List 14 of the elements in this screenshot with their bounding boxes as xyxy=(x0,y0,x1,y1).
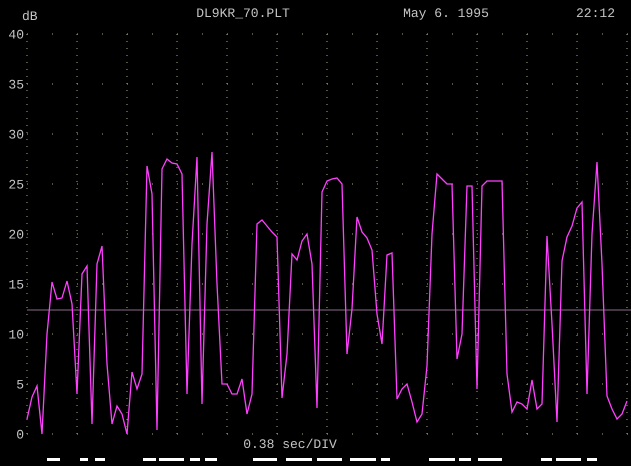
time-text: 22:12 xyxy=(576,6,615,21)
tick-label: 5 xyxy=(16,378,24,392)
tick-label: 15 xyxy=(8,278,24,292)
file-name: DL9KR_70.PLT xyxy=(196,6,290,21)
tick-label: 40 xyxy=(8,28,24,42)
tick-label: 10 xyxy=(8,328,24,342)
tick-label: 0 xyxy=(16,428,24,442)
tick-label: 30 xyxy=(8,128,24,142)
axis-label: 0.38 sec/DIV xyxy=(243,437,337,452)
date-text: May 6. 1995 xyxy=(403,6,489,21)
tick-label: 25 xyxy=(8,178,24,192)
tick-label: 20 xyxy=(8,228,24,242)
tick-label: 35 xyxy=(8,78,24,92)
axis-label: dB xyxy=(22,9,38,24)
